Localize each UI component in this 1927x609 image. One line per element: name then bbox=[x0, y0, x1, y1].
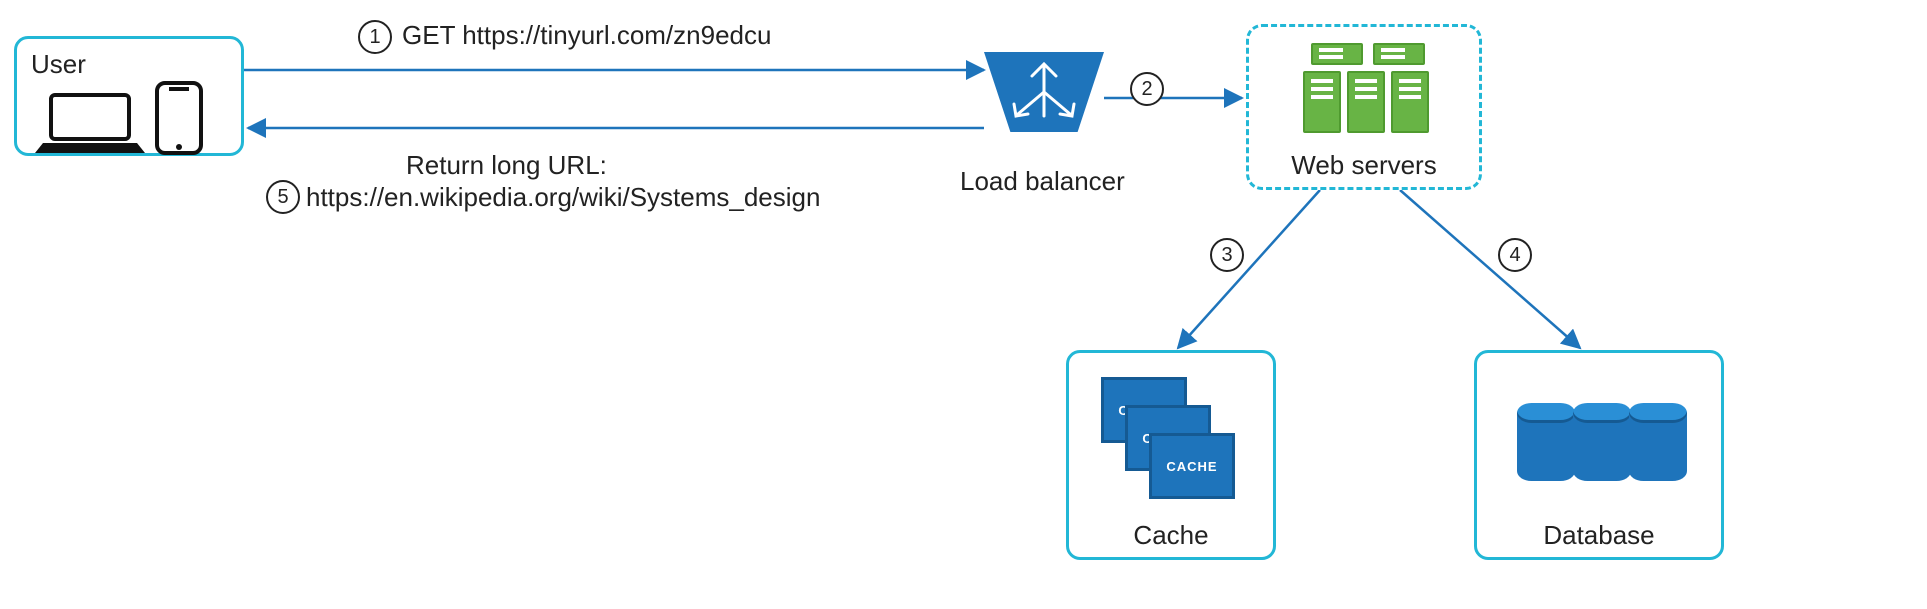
servers-icon bbox=[1297, 43, 1437, 143]
arrow-step-3 bbox=[1178, 190, 1320, 348]
cache-tile-3-label: CACHE bbox=[1166, 459, 1217, 474]
step-5-label-bottom: https://en.wikipedia.org/wiki/Systems_de… bbox=[306, 182, 820, 213]
step-4-num: 4 bbox=[1509, 244, 1520, 266]
cache-title: Cache bbox=[1069, 520, 1273, 551]
user-node: User bbox=[14, 36, 244, 156]
cache-node: CACHE CACHE CACHE Cache bbox=[1066, 350, 1276, 560]
step-5-badge: 5 bbox=[266, 180, 300, 214]
step-4-badge: 4 bbox=[1498, 238, 1532, 272]
cache-tile-3: CACHE bbox=[1149, 433, 1235, 499]
db-cyl-2 bbox=[1573, 403, 1631, 481]
user-devices-icon bbox=[17, 39, 247, 159]
step-5-label-top: Return long URL: bbox=[406, 150, 607, 181]
db-cyl-3 bbox=[1629, 403, 1687, 481]
load-balancer-icon bbox=[984, 52, 1104, 132]
web-servers-title: Web servers bbox=[1249, 150, 1479, 181]
step-3-badge: 3 bbox=[1210, 238, 1244, 272]
diagram-canvas: 1 2 3 4 5 GET https://tinyurl.com/zn9edc… bbox=[0, 0, 1927, 609]
load-balancer-label: Load balancer bbox=[960, 166, 1125, 197]
db-cyl-1 bbox=[1517, 403, 1575, 481]
step-2-badge: 2 bbox=[1130, 72, 1164, 106]
step-1-badge: 1 bbox=[358, 20, 392, 54]
step-1-num: 1 bbox=[369, 26, 380, 48]
step-3-num: 3 bbox=[1221, 244, 1232, 266]
database-title: Database bbox=[1477, 520, 1721, 551]
database-node: Database bbox=[1474, 350, 1724, 560]
step-2-num: 2 bbox=[1141, 78, 1152, 100]
web-servers-node: Web servers bbox=[1246, 24, 1482, 190]
step-1-label: GET https://tinyurl.com/zn9edcu bbox=[402, 20, 771, 51]
arrow-step-4 bbox=[1400, 190, 1580, 348]
step-5-num: 5 bbox=[277, 186, 288, 208]
load-balancer-node bbox=[984, 52, 1104, 142]
